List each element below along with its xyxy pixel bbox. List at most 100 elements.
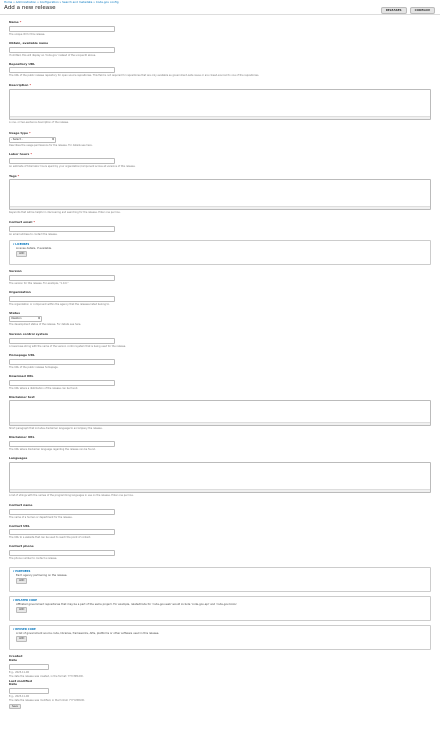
field-description: The URL of the public release repository…	[9, 74, 260, 78]
reused-code-legend[interactable]: ▾ REUSED CODE	[13, 628, 427, 631]
modified-date-description: The date the release was modified, in th…	[9, 699, 85, 702]
fieldset-description: Affiliated government repositories that …	[16, 603, 238, 607]
selected-value: Ideation	[11, 317, 22, 321]
required-marker: *	[30, 151, 32, 156]
licenses-legend[interactable]: ▾ LICENSES	[13, 243, 427, 246]
licenses-fieldset: ▾ LICENSES License details, if available…	[9, 240, 431, 265]
field-label: Version	[9, 269, 22, 273]
homepage-url-input[interactable]	[9, 358, 115, 365]
field-repository-url: Repository URL The URL of the public rel…	[9, 61, 431, 78]
field-description: A lowercase string with the name of the …	[9, 345, 126, 348]
add-license-button[interactable]: ADD	[16, 251, 28, 257]
resize-grip-icon[interactable]	[10, 422, 430, 426]
created-date-hint: E.g., 2023-11-06	[9, 670, 29, 674]
field-description: The URL where disclaimer language regard…	[9, 448, 96, 451]
contact-name-input[interactable]	[9, 508, 115, 515]
chevron-down-icon: ▼	[52, 137, 54, 141]
field-description: Keywords that will be helpful in discove…	[9, 211, 121, 215]
tags-textarea[interactable]	[9, 179, 431, 211]
field-labor-hours: Labor hours * An estimate of total labor…	[9, 151, 431, 168]
field-label: Description	[9, 83, 29, 88]
field-description: The URL of the public release homepage.	[9, 365, 59, 369]
disclaimer-text-textarea[interactable]	[9, 400, 431, 427]
field-description: The version for this release. For exampl…	[9, 281, 69, 285]
languages-textarea[interactable]	[9, 461, 431, 493]
vcs-input[interactable]	[9, 338, 115, 344]
field-description: Short paragraph that includes disclaimer…	[9, 427, 103, 431]
labor-hours-input[interactable]	[9, 157, 115, 164]
field-label: Contact name	[9, 502, 33, 507]
field-description: The organization or component within the…	[9, 302, 110, 306]
add-related-code-button[interactable]: ADD	[16, 607, 28, 613]
field-label: Contact URL	[9, 523, 30, 528]
created-date-label: Date	[9, 657, 17, 662]
description-textarea[interactable]	[9, 89, 431, 120]
fieldset-description: License details, if available.	[16, 247, 52, 251]
version-input[interactable]	[9, 274, 115, 281]
field-organization: Organization The organization or compone…	[9, 289, 431, 306]
required-marker: *	[29, 83, 32, 88]
page-title: Add a new release	[4, 5, 56, 12]
disclaimer-url-input[interactable]	[9, 441, 115, 447]
field-description: The unique ID for this release.	[9, 32, 46, 36]
status-select[interactable]: Ideation ▼	[9, 316, 42, 323]
vcs-id-input[interactable]	[9, 46, 115, 53]
field-description-text: Description * A one- or two-sentence des…	[9, 83, 431, 124]
field-label: Contact phone	[9, 544, 34, 549]
field-disclaimer-url: Disclaimer URL The URL where disclaimer …	[9, 435, 431, 451]
field-version: Version The version for this release. Fo…	[9, 269, 431, 285]
field-label: Organization	[9, 289, 31, 294]
modified-date-hint: E.g., 2023-11-06	[9, 695, 29, 698]
related-code-fieldset: ▾ RELATED CODE Affiliated government rep…	[9, 596, 431, 621]
field-label: Repository URL	[9, 61, 35, 66]
field-description: An email address to contact the release.	[9, 233, 58, 236]
contact-phone-input[interactable]	[9, 550, 115, 556]
breadcrumb[interactable]: Home » Administration » Configuration » …	[4, 0, 436, 4]
save-button[interactable]: Save	[9, 704, 21, 710]
field-disclaimer-text: Disclaimer text Short paragraph that inc…	[9, 394, 431, 431]
fieldset-description: Each agency partnering on the release.	[16, 574, 68, 578]
field-label: Labor hours	[9, 151, 30, 156]
related-code-legend[interactable]: ▾ RELATED CODE	[13, 599, 427, 602]
field-contact-email: Contact email * An email address to cont…	[9, 220, 431, 236]
field-description: An estimate of total labor hours spent b…	[9, 164, 136, 168]
required-marker: *	[29, 131, 31, 135]
partners-fieldset: ▾ PARTNERS Each agency partnering on the…	[9, 567, 431, 592]
field-label: Usage type	[9, 131, 29, 135]
name-input[interactable]	[9, 25, 115, 32]
usage-type-select[interactable]: - Select - ▼	[9, 136, 56, 143]
contact-email-input[interactable]	[9, 226, 115, 232]
resize-grip-icon[interactable]	[10, 488, 430, 492]
field-usage-type: Usage type * - Select - ▼ Describes the u…	[9, 131, 431, 147]
field-description: The name of a human or department for th…	[9, 515, 73, 519]
field-tags: Tags * Keywords that will be helpful in …	[9, 173, 431, 215]
header-actions: RELEASES CODEGOV	[380, 7, 435, 14]
download-url-input[interactable]	[9, 379, 115, 386]
repository-url-input[interactable]	[9, 67, 115, 74]
field-description: Describes the usage permissions for the …	[9, 143, 93, 147]
resize-grip-icon[interactable]	[10, 116, 430, 119]
chevron-down-icon: ▼	[38, 317, 40, 321]
field-label: Contact email	[9, 220, 33, 225]
field-label: Version control system	[9, 332, 48, 337]
field-homepage-url: Homepage URL The URL of the public relea…	[9, 353, 431, 369]
contact-url-input[interactable]	[9, 529, 115, 536]
field-label: Homepage URL	[9, 353, 35, 357]
partners-legend[interactable]: ▾ PARTNERS	[13, 570, 427, 573]
add-reused-code-button[interactable]: ADD	[16, 636, 28, 642]
required-marker: *	[17, 173, 20, 178]
modified-date-label: Date	[9, 682, 17, 687]
field-languages: Languages A list of strings with the nam…	[9, 456, 431, 497]
field-label: Name	[9, 20, 19, 24]
release-form: Name * The unique ID for this release. O…	[0, 20, 440, 710]
add-partner-button[interactable]: ADD	[16, 578, 28, 584]
field-name: Name * The unique ID for this release.	[9, 20, 431, 36]
organization-input[interactable]	[9, 295, 115, 302]
releases-button[interactable]: RELEASES	[380, 7, 407, 14]
modified-date-input[interactable]	[9, 688, 49, 694]
created-date-input[interactable]	[9, 663, 49, 670]
field-label: Disclaimer text	[9, 394, 35, 399]
selected-value: - Select -	[11, 137, 23, 141]
codegov-button[interactable]: CODEGOV	[409, 7, 435, 14]
resize-grip-icon[interactable]	[10, 206, 430, 210]
